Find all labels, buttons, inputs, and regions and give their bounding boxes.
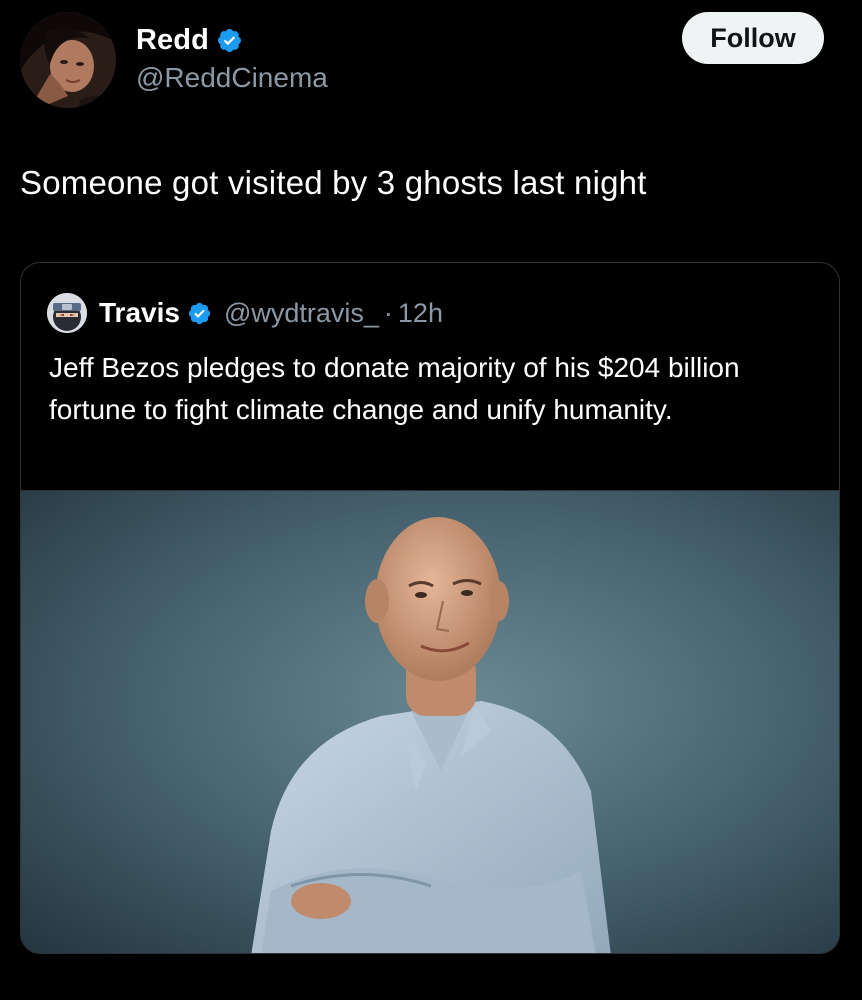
author-info: Redd @ReddCinema: [136, 22, 328, 94]
quoted-handle[interactable]: @wydtravis_: [224, 298, 379, 329]
quoted-verified-badge-icon: [187, 301, 212, 326]
avatar-photo-icon: [20, 12, 116, 108]
tweet-text: Someone got visited by 3 ghosts last nig…: [20, 164, 647, 201]
quoted-author-avatar[interactable]: [47, 293, 87, 333]
quoted-tweet-header: Travis @wydtravis_ · 12h: [47, 291, 443, 335]
quoted-tweet-media[interactable]: [21, 490, 839, 953]
ninja-avatar-icon: [47, 293, 87, 333]
quoted-separator: ·: [383, 297, 393, 328]
quoted-display-name[interactable]: Travis: [99, 297, 180, 329]
author-handle[interactable]: @ReddCinema: [136, 62, 328, 94]
verified-badge-icon: [216, 27, 243, 54]
follow-button[interactable]: Follow: [682, 12, 824, 64]
quoted-timestamp[interactable]: 12h: [398, 298, 443, 329]
quoted-tweet-text: Jeff Bezos pledges to donate majority of…: [49, 352, 740, 425]
author-avatar[interactable]: [20, 12, 116, 108]
author-name-row: Redd: [136, 22, 328, 58]
author-display-name[interactable]: Redd: [136, 24, 209, 57]
portrait-photo-icon: [21, 491, 839, 953]
tweet-header: Redd @ReddCinema Follow: [20, 12, 842, 112]
quoted-tweet-card[interactable]: Travis @wydtravis_ · 12h Jeff Bezos pled…: [20, 262, 840, 954]
